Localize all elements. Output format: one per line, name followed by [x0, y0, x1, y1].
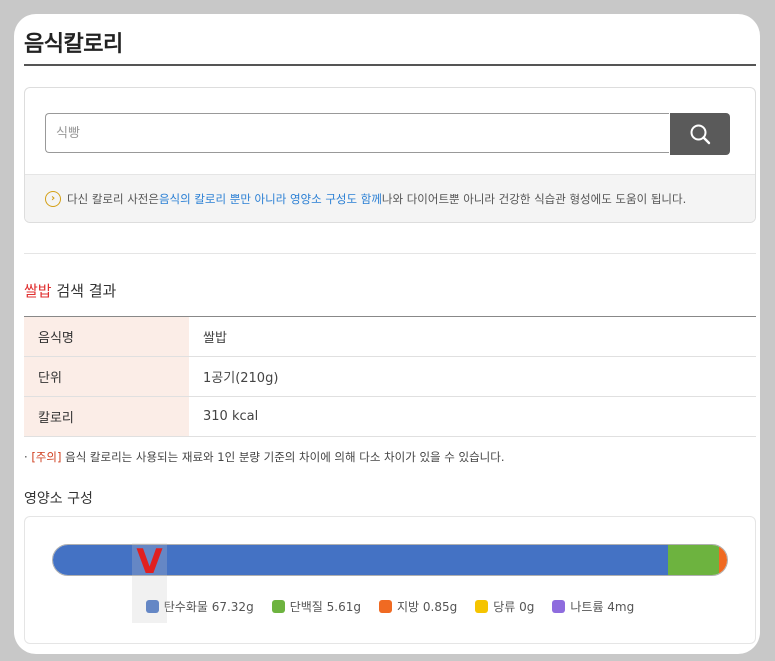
- legend-label: 탄수화물 67.32g: [163, 600, 254, 614]
- results-heading: 쌀밥 검색 결과: [24, 280, 116, 301]
- legend-label: 나트륨 4mg: [570, 600, 635, 614]
- sugar-swatch: [475, 600, 489, 613]
- notice-tag: [주의]: [31, 450, 62, 464]
- legend-label: 단백질 5.61g: [289, 600, 361, 614]
- section-divider: [24, 253, 756, 254]
- unit-value: 1공기(210g): [189, 356, 756, 397]
- info-text-suffix: 나와 다이어트뿐 아니라 건강한 식습관 형성에도 도움이 됩니다.: [381, 191, 687, 206]
- legend-item-fat: 지방 0.85g: [378, 598, 458, 615]
- info-text-highlight: 음식의 칼로리 뿐만 아니라 영양소 구성도 함께: [158, 191, 382, 206]
- chevron-right-icon: ›: [45, 190, 61, 207]
- result-table: 음식명 쌀밥 단위 1공기(210g) 칼로리 310 kcal: [24, 316, 756, 437]
- results-heading-text: 검색 결과: [51, 282, 117, 300]
- protein-swatch: [271, 600, 285, 613]
- search-panel: › 다신 칼로리 사전은 음식의 칼로리 뿐만 아니라 영양소 구성도 함께 나…: [24, 87, 756, 223]
- title-divider: [24, 64, 756, 66]
- page-title: 음식칼로리: [24, 32, 123, 57]
- nutrition-heading: 영양소 구성: [24, 491, 93, 507]
- calorie-value: 310 kcal: [189, 396, 756, 437]
- search-input[interactable]: [45, 113, 669, 153]
- info-bar: › 다신 칼로리 사전은 음식의 칼로리 뿐만 아니라 영양소 구성도 함께 나…: [25, 174, 755, 222]
- table-row: 음식명 쌀밥: [24, 316, 756, 357]
- fat-swatch: [378, 600, 392, 613]
- food-name-value: 쌀밥: [189, 316, 756, 357]
- legend-item-sodium: 나트륨 4mg: [552, 598, 634, 615]
- food-name-label: 음식명: [24, 316, 189, 357]
- check-mark: V: [136, 542, 163, 582]
- sodium-swatch: [552, 600, 566, 613]
- notice-text: 음식 칼로리는 사용되는 재료와 1인 분량 기준의 차이에 의해 다소 차이가…: [61, 450, 505, 464]
- food-calorie-panel: 음식칼로리 › 다신 칼로리 사전은 음식의 칼로리 뿐만 아니라 영양소 구성…: [14, 14, 760, 654]
- table-row: 단위 1공기(210g): [24, 356, 756, 397]
- search-button[interactable]: [670, 113, 730, 155]
- calorie-notice: · [주의] 음식 칼로리는 사용되는 재료와 1인 분량 기준의 차이에 의해…: [24, 449, 504, 465]
- nutrition-bar-segment: [719, 545, 727, 575]
- table-row: 칼로리 310 kcal: [24, 396, 756, 437]
- unit-label: 단위: [24, 356, 189, 397]
- legend-label: 지방 0.85g: [396, 600, 458, 614]
- nutrition-bar-segment: [667, 545, 720, 575]
- legend-item-sugar: 당류 0g: [475, 598, 534, 615]
- search-icon: [690, 124, 711, 145]
- legend-item-protein: 단백질 5.61g: [271, 598, 361, 615]
- legend-label: 당류 0g: [493, 600, 535, 614]
- calorie-label: 칼로리: [24, 396, 189, 437]
- info-text-prefix: 다신 칼로리 사전은: [67, 191, 159, 206]
- results-query: 쌀밥: [24, 282, 52, 300]
